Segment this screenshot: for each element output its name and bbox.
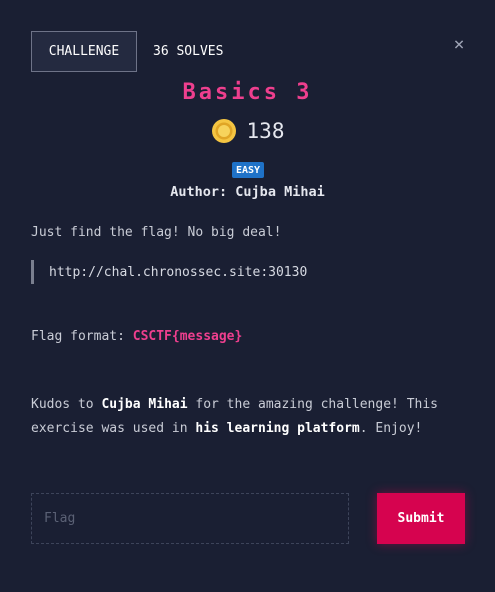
kudos-text: Kudos to Cujba Mihai for the amazing cha…: [31, 393, 471, 441]
flag-format-label: Flag format:: [31, 329, 133, 344]
tab-challenge[interactable]: CHALLENGE: [31, 31, 137, 72]
kudos-suffix: . Enjoy!: [359, 421, 423, 436]
learning-platform-link[interactable]: his learning platform: [195, 421, 359, 436]
flag-format-value: CSCTF{message}: [132, 329, 243, 344]
difficulty-badge: EASY: [232, 162, 264, 178]
challenge-title: Basics 3: [182, 80, 313, 105]
coin-icon: [211, 119, 236, 143]
kudos-author-name: Cujba Mihai: [101, 397, 188, 412]
modal-tabs: CHALLENGE 36 SOLVES: [31, 31, 223, 72]
submit-button[interactable]: Submit: [377, 493, 465, 544]
flag-format: Flag format: CSCTF{message}: [31, 329, 242, 344]
points-value: 138: [246, 119, 285, 143]
close-icon[interactable]: ×: [449, 34, 469, 55]
tab-solves[interactable]: 36 SOLVES: [153, 44, 223, 59]
flag-input[interactable]: [31, 493, 349, 544]
kudos-prefix: Kudos to: [31, 397, 102, 412]
challenge-description: Just find the flag! No big deal!: [31, 225, 282, 240]
challenge-url[interactable]: http://chal.chronossec.site:30130: [49, 265, 307, 280]
challenge-points: 138: [0, 118, 495, 144]
challenge-url-block: http://chal.chronossec.site:30130: [31, 260, 307, 284]
challenge-author: Author: Cujba Mihai: [170, 184, 325, 200]
